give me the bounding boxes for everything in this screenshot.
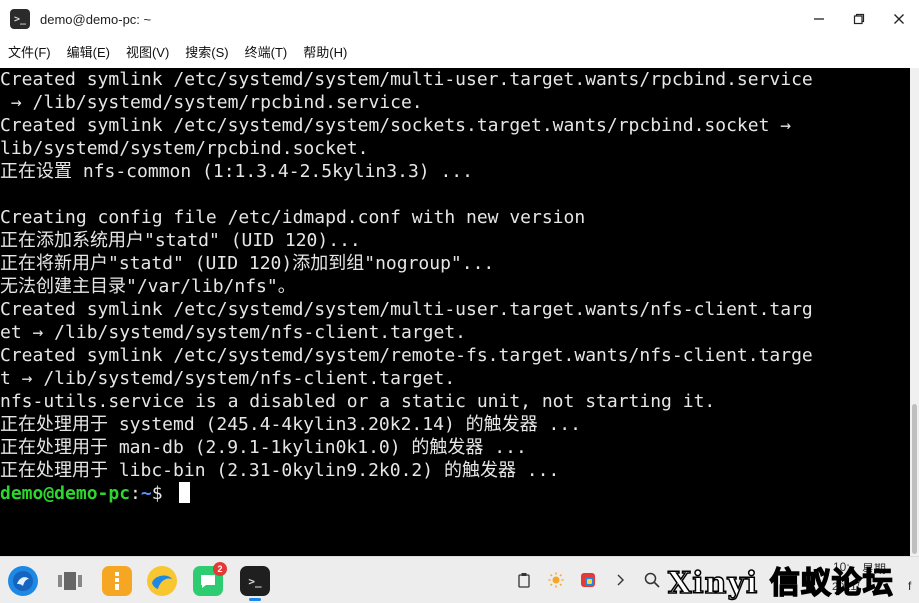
- watermark: Xinyi 信蚁论坛: [667, 565, 894, 602]
- terminal-line: 正在设置 nfs-common (1:1.3.4-2.5kylin3.3) ..…: [0, 161, 473, 182]
- terminal-line: 正在将新用户"statd" (UID 120)添加到组"nogroup"...: [0, 253, 495, 274]
- close-button[interactable]: [879, 0, 919, 38]
- terminal-taskbar-glyph: >_: [248, 574, 262, 588]
- terminal-line: 正在处理用于 libc-bin (2.31-0kylin9.2k0.2) 的触发…: [0, 460, 560, 481]
- file-manager-icon[interactable]: [102, 566, 132, 596]
- prompt-path: ~: [140, 483, 152, 504]
- prompt-user-host: demo@demo-pc: [0, 483, 131, 504]
- system-tray: [508, 557, 668, 603]
- terminal-line: Created symlink /etc/systemd/system/sock…: [0, 115, 792, 136]
- terminal-line: 正在处理用于 systemd (245.4-4kylin3.20k2.14) 的…: [0, 414, 581, 435]
- start-menu-icon[interactable]: [8, 566, 38, 596]
- color-app-icon[interactable]: [572, 557, 604, 603]
- expand-tray-icon[interactable]: [604, 557, 636, 603]
- prompt-separator: :: [130, 483, 141, 504]
- multitask-view-icon[interactable]: [55, 566, 85, 596]
- close-icon: [894, 14, 904, 24]
- terminal-app-glyph: >_: [13, 13, 27, 25]
- window-title: demo@demo-pc: ~: [40, 11, 152, 27]
- terminal-line: Creating config file /etc/idmapd.conf wi…: [0, 207, 586, 228]
- terminal-line: Created symlink /etc/systemd/system/remo…: [0, 345, 813, 366]
- terminal-line: Created symlink /etc/systemd/system/mult…: [0, 69, 813, 90]
- active-app-indicator: [249, 598, 261, 601]
- menu-edit[interactable]: 编辑(E): [59, 38, 118, 68]
- terminal-line: lib/systemd/system/rpcbind.socket.: [0, 138, 369, 159]
- clipboard-icon[interactable]: [508, 557, 540, 603]
- terminal-line: nfs-utils.service is a disabled or a sta…: [0, 391, 716, 412]
- text-cursor: [179, 482, 191, 503]
- terminal-line: 正在添加系统用户"statd" (UID 120)...: [0, 230, 361, 251]
- menu-terminal[interactable]: 终端(T): [237, 38, 296, 68]
- terminal-line: 无法创建主目录"/var/lib/nfs"。: [0, 276, 296, 297]
- minimize-icon: [814, 18, 824, 20]
- maximize-icon: [853, 13, 865, 25]
- menu-help[interactable]: 帮助(H): [295, 38, 355, 68]
- terminal-line: → /lib/systemd/system/rpcbind.service.: [0, 92, 423, 113]
- terminal-line: Created symlink /etc/systemd/system/mult…: [0, 299, 813, 320]
- menu-file[interactable]: 文件(F): [0, 38, 59, 68]
- prompt-symbol: $: [151, 483, 174, 504]
- menu-search[interactable]: 搜索(S): [177, 38, 236, 68]
- maximize-button[interactable]: [839, 0, 879, 38]
- terminal-taskbar-icon[interactable]: >_: [240, 566, 270, 596]
- brightness-icon[interactable]: [540, 557, 572, 603]
- prompt-line[interactable]: demo@demo-pc:~$: [0, 482, 910, 505]
- terminal-line: et → /lib/systemd/system/nfs-client.targ…: [0, 322, 466, 343]
- terminal-output[interactable]: Created symlink /etc/systemd/system/mult…: [0, 68, 910, 556]
- title-bar: >_ demo@demo-pc: ~: [0, 0, 919, 38]
- window-controls: [799, 0, 919, 38]
- terminal-lines: Created symlink /etc/systemd/system/mult…: [0, 68, 910, 505]
- terminal-app-icon: >_: [10, 9, 30, 29]
- menu-view[interactable]: 视图(V): [118, 38, 177, 68]
- scrollbar-thumb[interactable]: [912, 404, 917, 554]
- browser-icon[interactable]: [147, 566, 177, 596]
- search-icon[interactable]: [636, 557, 668, 603]
- terminal-scrollbar[interactable]: [910, 68, 919, 556]
- minimize-button[interactable]: [799, 0, 839, 38]
- notification-badge: 2: [213, 562, 227, 576]
- terminal-line: t → /lib/systemd/system/nfs-client.targe…: [0, 368, 456, 389]
- terminal-line: 正在处理用于 man-db (2.9.1-1kylin0k1.0) 的触发器 .…: [0, 437, 527, 458]
- menu-bar: 文件(F) 编辑(E) 视图(V) 搜索(S) 终端(T) 帮助(H): [0, 38, 919, 68]
- clock-partial-text: f: [908, 579, 912, 593]
